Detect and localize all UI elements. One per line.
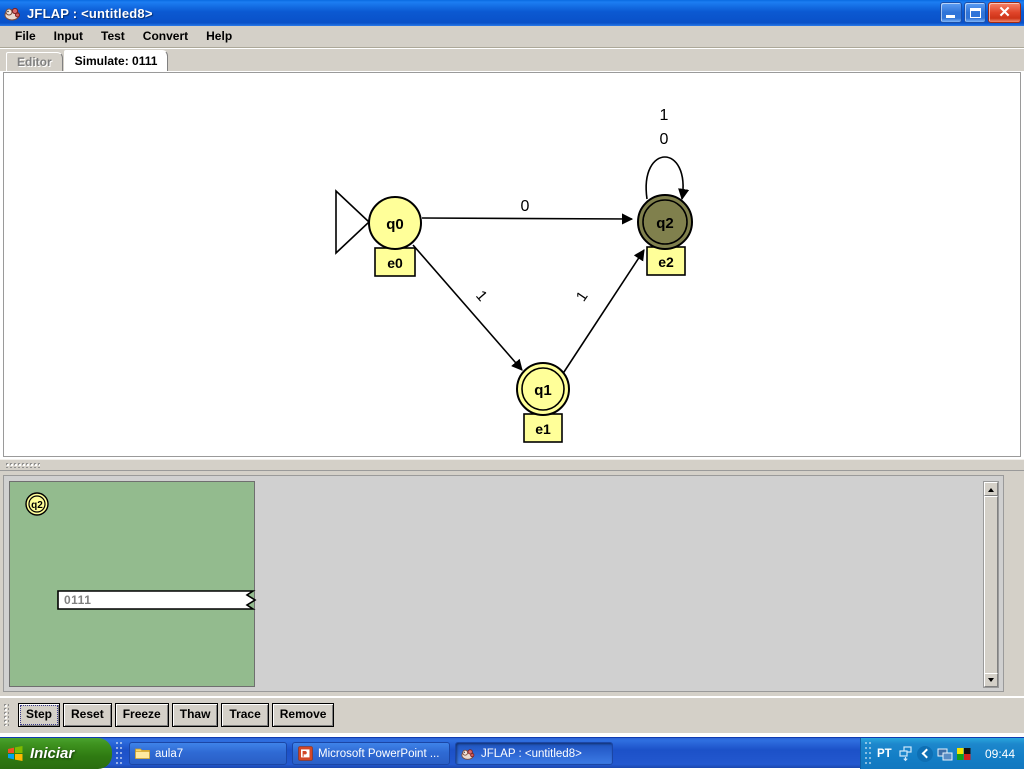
maximize-button[interactable]: [964, 2, 986, 23]
jflap-icon: [461, 746, 476, 761]
menu-test[interactable]: Test: [92, 27, 134, 46]
start-button-label: Iniciar: [30, 745, 75, 762]
transition-label-q0-q2: 0: [521, 198, 530, 215]
tab-strip: Editor Simulate: 0111: [0, 49, 1024, 71]
taskbar-item-powerpoint[interactable]: Microsoft PowerPoint ...: [292, 742, 450, 765]
transition-q2-self[interactable]: 1 0: [645, 107, 690, 201]
show-hidden-icons-button[interactable]: [916, 745, 933, 762]
transition-q1-q2[interactable]: 1: [561, 249, 645, 376]
minimize-button[interactable]: [940, 2, 962, 23]
minimize-icon: [946, 15, 955, 18]
color-blocks-icon[interactable]: [956, 746, 972, 762]
divider-grip-icon: [6, 463, 40, 468]
menu-convert[interactable]: Convert: [134, 27, 197, 46]
thaw-button[interactable]: Thaw: [171, 703, 219, 727]
window-controls: ✕: [940, 2, 1021, 23]
jflap-icon: [4, 4, 22, 22]
chevron-down-icon: [988, 678, 994, 682]
tab-editor[interactable]: Editor: [6, 52, 63, 71]
configuration-card[interactable]: q2 0111: [9, 481, 257, 687]
window-title: JFLAP : <untitled8>: [27, 5, 153, 21]
state-label-q2: e2: [658, 254, 674, 270]
freeze-button[interactable]: Freeze: [114, 703, 169, 727]
simulation-configurations-area[interactable]: q2 0111: [3, 475, 1004, 692]
close-button[interactable]: ✕: [988, 2, 1021, 23]
keyboard-layout-icon[interactable]: [898, 745, 914, 762]
transition-label-q0-q1: 1: [472, 287, 490, 304]
menu-input[interactable]: Input: [45, 27, 92, 46]
transition-label-q2-self-bottom: 0: [660, 131, 669, 148]
simulation-panel: q2 0111: [0, 471, 1024, 696]
taskbar-item-label: aula7: [155, 747, 184, 760]
language-indicator[interactable]: PT: [877, 748, 892, 760]
title-bar: JFLAP : <untitled8> ✕: [0, 0, 1024, 26]
configuration-tape: 0111: [57, 590, 262, 610]
powerpoint-icon: [298, 746, 313, 761]
configuration-state-name: q2: [31, 500, 43, 511]
state-name-q0: q0: [386, 216, 404, 233]
initial-state-arrow: [335, 189, 371, 255]
state-q1[interactable]: e1 q1: [516, 362, 570, 443]
remove-button[interactable]: Remove: [271, 703, 335, 727]
state-name-q1: q1: [534, 382, 552, 399]
taskbar-item-label: JFLAP : <untitled8>: [481, 747, 582, 760]
configuration-state-node: q2: [25, 492, 49, 516]
state-name-q2: q2: [656, 215, 674, 232]
scroll-down-button[interactable]: [984, 673, 998, 687]
taskbar-separator-icon: [116, 742, 124, 765]
split-pane-divider[interactable]: [0, 459, 1024, 471]
taskbar-item-jflap[interactable]: JFLAP : <untitled8>: [455, 742, 613, 765]
transition-q0-q2[interactable]: 0: [421, 198, 634, 225]
menu-file[interactable]: File: [6, 27, 45, 46]
tape-input-value: 0111: [64, 593, 92, 607]
transition-label-q2-self-top: 1: [660, 107, 669, 124]
simulation-scrollbar[interactable]: [983, 481, 999, 688]
menu-help[interactable]: Help: [197, 27, 241, 46]
windows-flag-icon: [7, 745, 24, 762]
reset-button[interactable]: Reset: [63, 703, 112, 727]
state-q0[interactable]: e0 q0: [368, 196, 422, 277]
state-label-q0: e0: [387, 255, 403, 271]
trace-button[interactable]: Trace: [221, 703, 269, 727]
simulation-toolbar: Step Reset Freeze Thaw Trace Remove: [0, 698, 1024, 733]
start-button[interactable]: Iniciar: [0, 738, 112, 769]
scroll-up-button[interactable]: [984, 482, 998, 496]
step-button[interactable]: Step: [18, 703, 61, 727]
maximize-icon: [970, 8, 981, 18]
toolbar-grip-icon: [4, 704, 9, 726]
state-q2[interactable]: e2 q2: [637, 194, 693, 276]
taskbar-item-label: Microsoft PowerPoint ...: [318, 747, 440, 760]
windows-taskbar: Iniciar aula7 Microsoft PowerPoint ... J…: [0, 737, 1024, 769]
scrollbar-thumb[interactable]: [984, 496, 998, 675]
folder-icon: [135, 746, 150, 761]
automaton-graph: 0 1 1 1 0 e0 q0 e1 q1 e2 q2: [335, 107, 693, 443]
close-icon: ✕: [998, 4, 1011, 21]
jflap-application-window: JFLAP : <untitled8> ✕ File Input Test Co…: [0, 0, 1024, 769]
transition-q0-q1[interactable]: 1: [412, 244, 523, 371]
clock[interactable]: 09:44: [985, 747, 1015, 761]
system-tray: PT 09:44: [860, 738, 1024, 769]
transition-label-q1-q2: 1: [573, 288, 592, 304]
state-label-q1: e1: [535, 421, 551, 437]
automaton-canvas[interactable]: 0 1 1 1 0 e0 q0 e1 q1 e2 q2: [3, 72, 1021, 457]
tray-grip-icon: [865, 742, 873, 765]
chevron-up-icon: [988, 488, 994, 492]
menu-bar: File Input Test Convert Help: [0, 26, 1024, 48]
network-icon[interactable]: [937, 746, 953, 762]
tab-simulate[interactable]: Simulate: 0111: [63, 50, 169, 71]
taskbar-item-aula7[interactable]: aula7: [129, 742, 287, 765]
